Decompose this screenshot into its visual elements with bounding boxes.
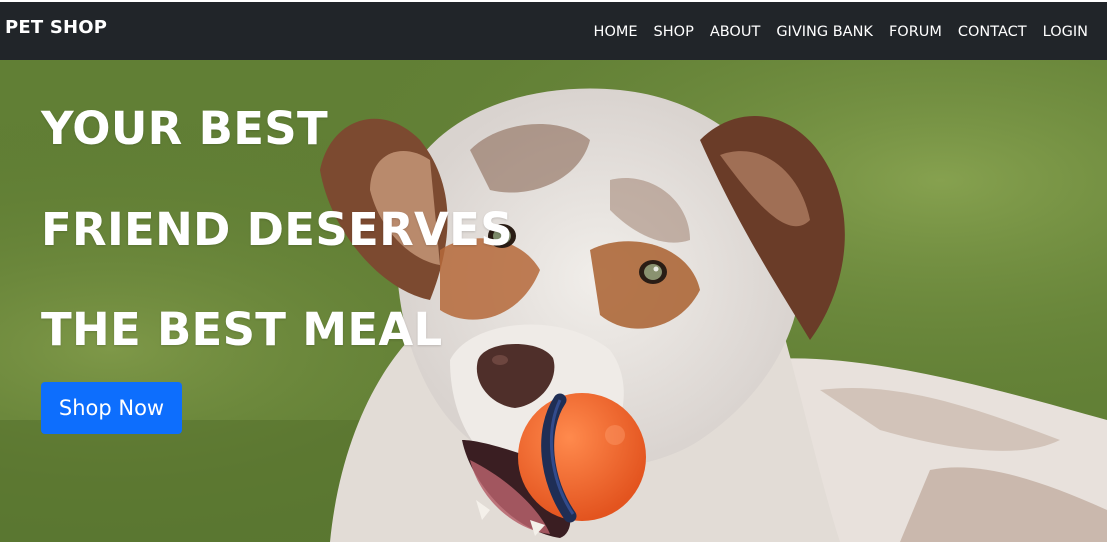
shop-now-button[interactable]: Shop Now: [41, 382, 182, 434]
nav-link-giving-bank[interactable]: GIVING BANK: [776, 24, 873, 40]
nav-links: HOME SHOP ABOUT GIVING BANK FORUM CONTAC…: [594, 24, 1088, 40]
brand-logo[interactable]: PET SHOP: [5, 17, 107, 38]
nav-link-about[interactable]: ABOUT: [710, 24, 761, 40]
nav-link-shop[interactable]: SHOP: [654, 24, 694, 40]
nav-link-home[interactable]: HOME: [594, 24, 638, 40]
nav-link-login[interactable]: LOGIN: [1043, 24, 1088, 40]
hero-headline-line-2: FRIEND DESERVES: [41, 203, 513, 256]
nav-link-contact[interactable]: CONTACT: [958, 24, 1027, 40]
navbar: PET SHOP HOME SHOP ABOUT GIVING BANK FOR…: [0, 2, 1107, 60]
hero-headline-line-3: THE BEST MEAL: [41, 303, 443, 356]
nav-link-forum[interactable]: FORUM: [889, 24, 942, 40]
hero-banner: YOUR BEST FRIEND DESERVES THE BEST MEAL …: [0, 60, 1107, 542]
hero-headline-line-1: YOUR BEST: [41, 102, 328, 155]
